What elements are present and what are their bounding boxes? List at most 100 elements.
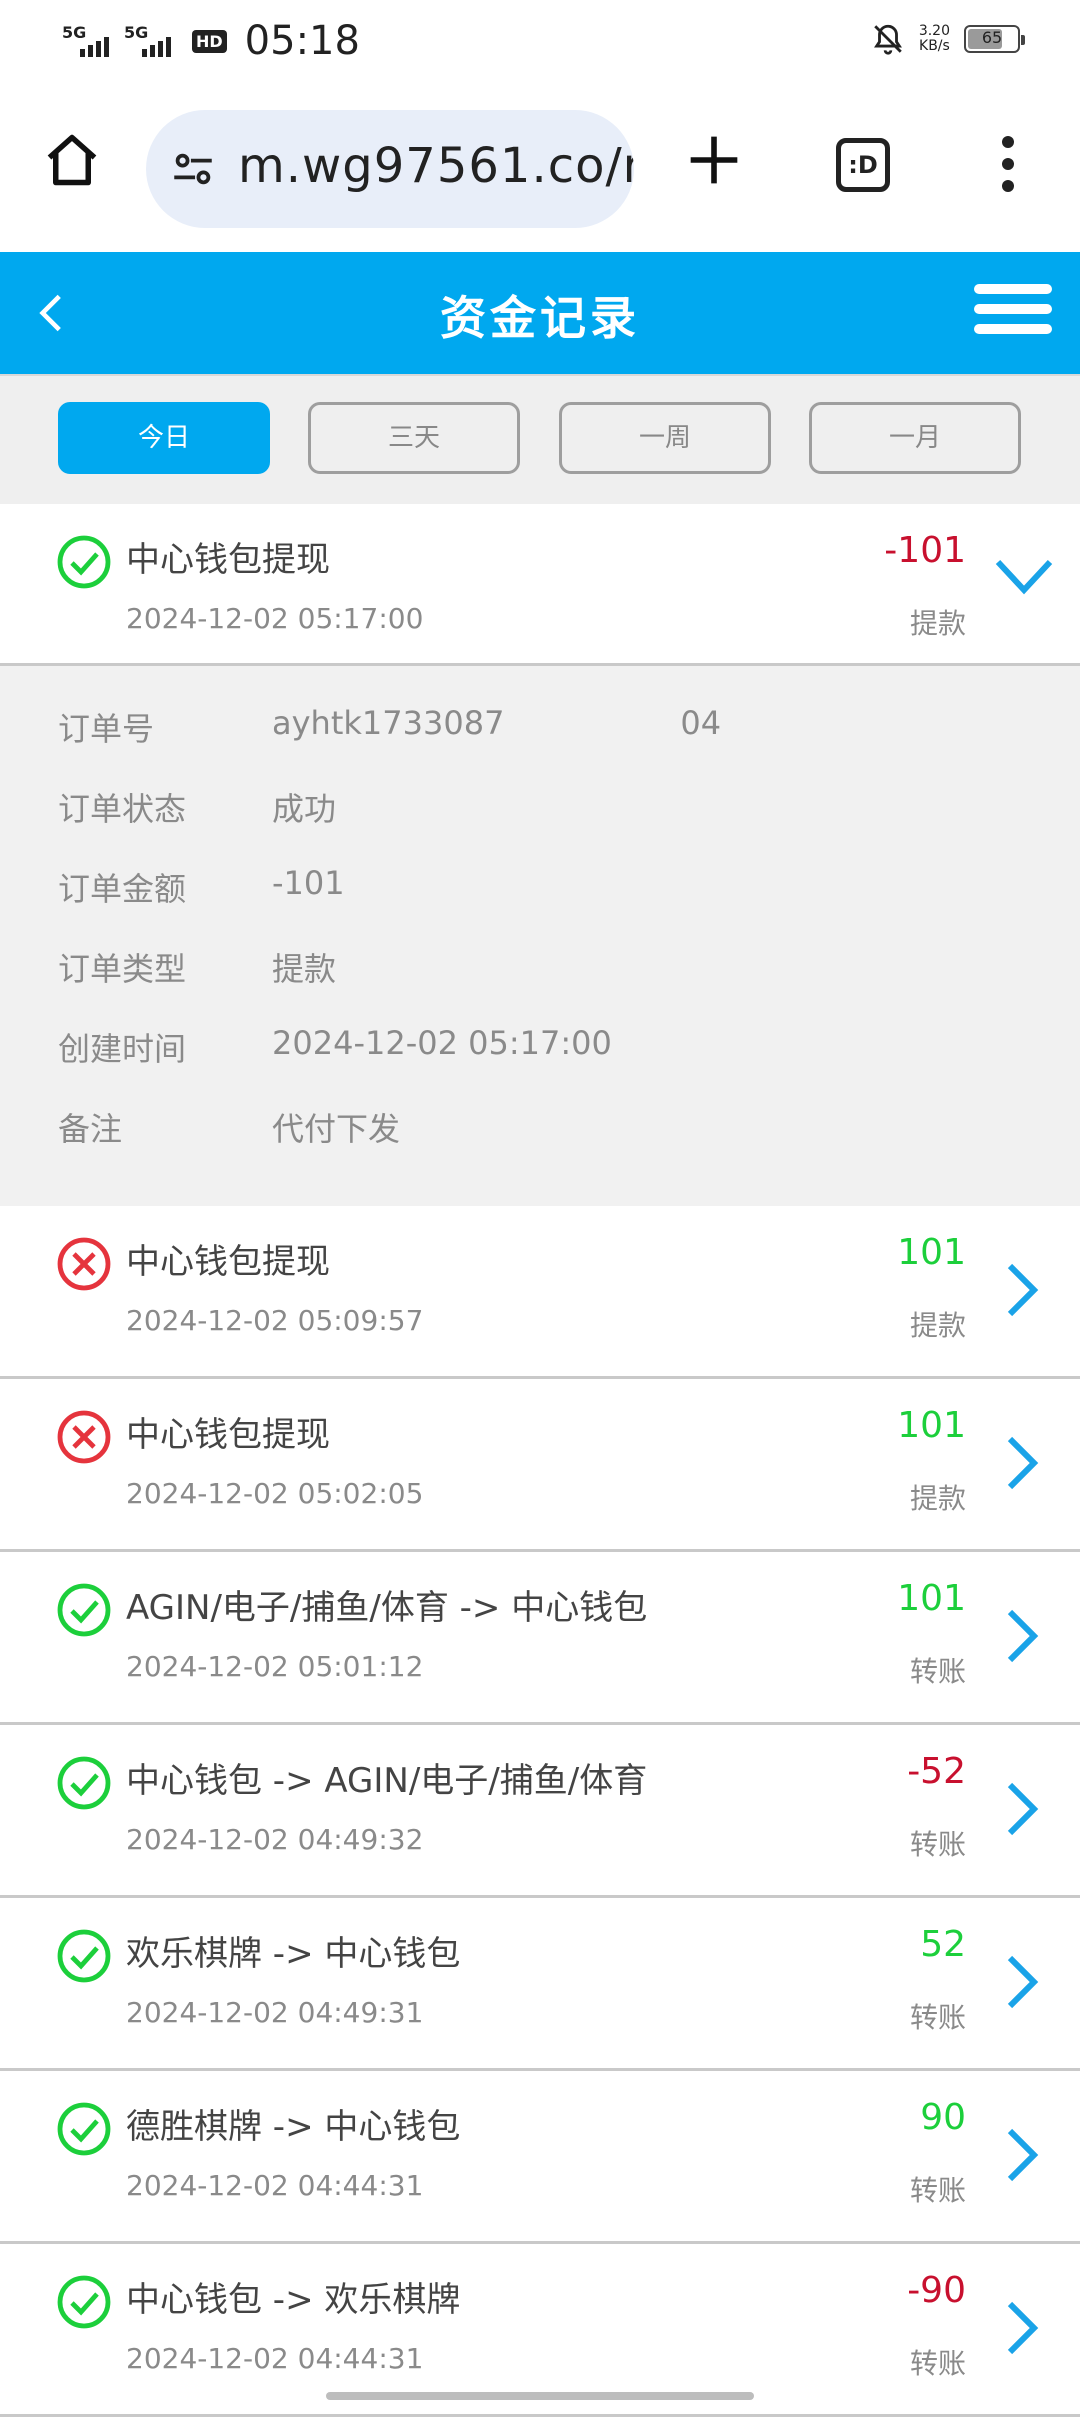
record-amount: 101 xyxy=(897,1232,966,1273)
list-item[interactable]: 中心钱包提现 2024-12-02 05:09:57 101 提款 xyxy=(0,1206,1080,1379)
list-item[interactable]: AGIN/电子/捕鱼/体育 -> 中心钱包 2024-12-02 05:01:1… xyxy=(0,1552,1080,1725)
battery-icon: 65 xyxy=(964,25,1025,53)
record-title: 中心钱包提现 xyxy=(126,1415,330,1455)
detail-label: 订单状态 xyxy=(58,790,187,828)
record-amount: 101 xyxy=(897,1578,966,1619)
chevron-right-icon[interactable] xyxy=(1000,1952,1044,2012)
chevron-right-icon[interactable] xyxy=(1000,1433,1044,1493)
success-check-icon xyxy=(57,1756,111,1810)
date-filter-bar: 今日 三天 一周 一月 xyxy=(0,374,1080,504)
browser-toolbar: m.wg97561.co/r :D xyxy=(0,80,1080,252)
detail-value: 成功 xyxy=(272,790,337,828)
record-time: 2024-12-02 05:17:00 xyxy=(126,602,424,635)
notifications-off-icon xyxy=(873,24,902,55)
record-type: 转账 xyxy=(909,2347,966,2380)
record-type: 转账 xyxy=(909,2174,966,2207)
filter-today-button[interactable]: 今日 xyxy=(58,402,270,474)
record-type: 转账 xyxy=(909,2001,966,2034)
list-item[interactable]: 中心钱包 -> AGIN/电子/捕鱼/体育 2024-12-02 04:49:3… xyxy=(0,1725,1080,1898)
record-amount: -101 xyxy=(884,530,966,571)
record-title: 欢乐棋牌 -> 中心钱包 xyxy=(126,1934,461,1974)
detail-label: 订单类型 xyxy=(58,950,187,988)
filter-one-week-button[interactable]: 一周 xyxy=(559,402,771,474)
detail-label: 创建时间 xyxy=(58,1030,187,1068)
detail-label: 备注 xyxy=(58,1110,123,1148)
detail-value: 提款 xyxy=(272,950,337,988)
detail-value: ayhtk1733087 04 xyxy=(272,704,722,742)
chevron-right-icon[interactable] xyxy=(1000,1260,1044,1320)
record-title: 中心钱包提现 xyxy=(126,1242,330,1282)
record-title: 德胜棋牌 -> 中心钱包 xyxy=(126,2107,461,2147)
new-tab-icon[interactable] xyxy=(686,132,742,188)
detail-row: 创建时间 2024-12-02 05:17:00 xyxy=(0,1014,1080,1094)
clock: 05:18 xyxy=(244,18,360,64)
network-speed: 3.20 KB/s xyxy=(918,23,950,54)
record-title: AGIN/电子/捕鱼/体育 -> 中心钱包 xyxy=(126,1588,648,1628)
more-options-icon[interactable] xyxy=(998,136,1018,196)
address-bar[interactable]: m.wg97561.co/r xyxy=(146,110,634,228)
detail-label: 订单金额 xyxy=(58,870,187,908)
record-amount: 90 xyxy=(920,2097,966,2138)
record-time: 2024-12-02 05:09:57 xyxy=(126,1304,424,1337)
success-check-icon xyxy=(57,535,111,589)
cell-signal-icon: 5G xyxy=(124,21,172,61)
record-details: 订单号 ayhtk1733087 04 订单状态 成功 订单金额 -101 订单类… xyxy=(0,666,1080,1206)
success-check-icon xyxy=(57,2102,111,2156)
chevron-right-icon[interactable] xyxy=(1000,2298,1044,2358)
failed-x-icon xyxy=(57,1410,111,1464)
list-item[interactable]: 德胜棋牌 -> 中心钱包 2024-12-02 04:44:31 90 转账 xyxy=(0,2071,1080,2244)
home-icon[interactable] xyxy=(42,130,102,190)
page-title: 资金记录 xyxy=(440,291,640,345)
record-time: 2024-12-02 05:02:05 xyxy=(126,1477,424,1510)
url-text: m.wg97561.co/r xyxy=(238,138,634,194)
tab-switcher-button[interactable]: :D xyxy=(836,138,890,192)
detail-row: 订单金额 -101 xyxy=(0,854,1080,934)
record-type: 提款 xyxy=(909,1482,966,1515)
filter-one-month-button[interactable]: 一月 xyxy=(809,402,1021,474)
record-type: 转账 xyxy=(909,1828,966,1861)
record-amount: 101 xyxy=(897,1405,966,1446)
chevron-right-icon[interactable] xyxy=(1000,1779,1044,1839)
page-header: 资金记录 xyxy=(0,252,1080,374)
record-amount: 52 xyxy=(920,1924,966,1965)
detail-label: 订单号 xyxy=(58,710,155,748)
record-amount: -90 xyxy=(907,2270,966,2311)
record-title: 中心钱包 -> AGIN/电子/捕鱼/体育 xyxy=(126,1761,648,1801)
detail-row: 订单号 ayhtk1733087 04 xyxy=(0,694,1080,774)
record-amount: -52 xyxy=(907,1751,966,1792)
success-check-icon xyxy=(57,1583,111,1637)
chevron-right-icon[interactable] xyxy=(1000,2125,1044,2185)
record-title: 中心钱包提现 xyxy=(126,540,330,580)
chevron-right-icon[interactable] xyxy=(1000,1606,1044,1666)
detail-row: 订单类型 提款 xyxy=(0,934,1080,1014)
list-item[interactable]: 欢乐棋牌 -> 中心钱包 2024-12-02 04:49:31 52 转账 xyxy=(0,1898,1080,2071)
list-item[interactable]: 中心钱包提现 2024-12-02 05:17:00 -101 提款 xyxy=(0,504,1080,666)
failed-x-icon xyxy=(57,1237,111,1291)
success-check-icon xyxy=(57,2275,111,2329)
detail-value: 2024-12-02 05:17:00 xyxy=(272,1024,612,1062)
status-bar: 5G 5G HD 05:18 3.20 KB/s 65 xyxy=(0,0,1080,80)
detail-row: 备注 代付下发 xyxy=(0,1094,1080,1174)
record-type: 提款 xyxy=(909,1309,966,1342)
chevron-down-icon[interactable] xyxy=(992,550,1056,602)
hd-voice-icon: HD xyxy=(192,29,227,53)
record-time: 2024-12-02 05:01:12 xyxy=(126,1650,424,1683)
record-time: 2024-12-02 04:44:31 xyxy=(126,2342,424,2375)
success-check-icon xyxy=(57,1929,111,1983)
filter-three-days-button[interactable]: 三天 xyxy=(308,402,520,474)
record-time: 2024-12-02 04:49:31 xyxy=(126,1996,424,2029)
record-time: 2024-12-02 04:49:32 xyxy=(126,1823,424,1856)
menu-icon[interactable] xyxy=(974,284,1052,342)
record-list: 中心钱包提现 2024-12-02 05:17:00 -101 提款 订单号 a… xyxy=(0,504,1080,2417)
record-type: 转账 xyxy=(909,1655,966,1688)
record-title: 中心钱包 -> 欢乐棋牌 xyxy=(126,2280,461,2320)
cell-signal-icon: 5G xyxy=(62,21,110,61)
detail-value: 代付下发 xyxy=(272,1110,401,1148)
record-time: 2024-12-02 04:44:31 xyxy=(126,2169,424,2202)
list-item[interactable]: 中心钱包提现 2024-12-02 05:02:05 101 提款 xyxy=(0,1379,1080,1552)
gesture-home-indicator[interactable] xyxy=(326,2392,754,2400)
site-settings-icon[interactable] xyxy=(168,144,218,194)
detail-value: -101 xyxy=(272,864,345,902)
record-type: 提款 xyxy=(909,607,966,640)
detail-row: 订单状态 成功 xyxy=(0,774,1080,854)
